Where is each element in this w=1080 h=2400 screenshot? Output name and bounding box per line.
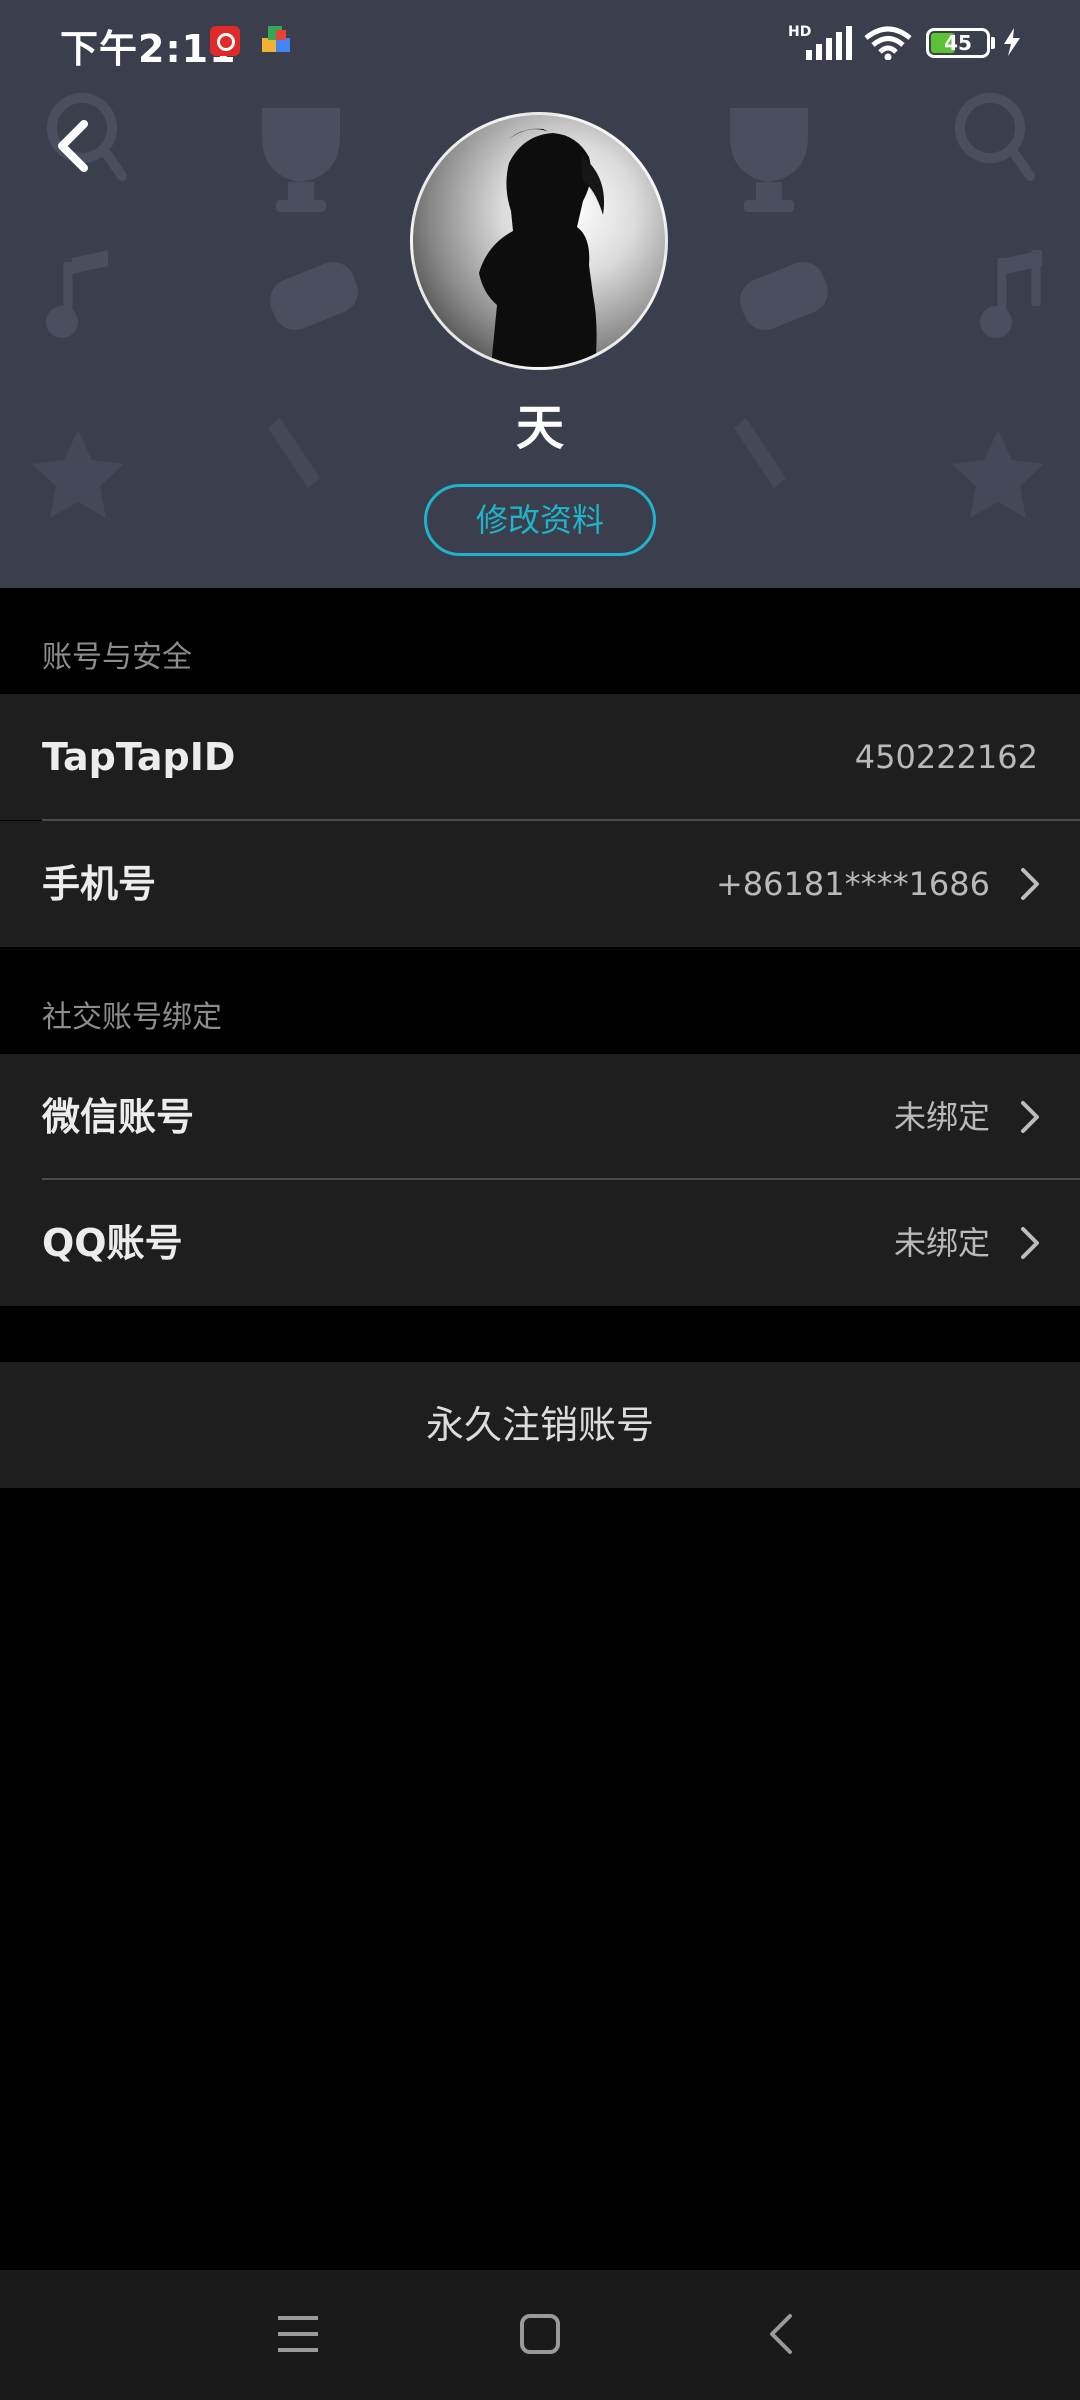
edit-profile-button[interactable]: 修改资料 bbox=[424, 484, 656, 556]
profile-header: 下午2:11 HD 45 天 修改资料 bbox=[0, 0, 1080, 588]
account-security-label: 账号与安全 bbox=[42, 640, 192, 675]
social-binding-label: 社交账号绑定 bbox=[42, 1000, 222, 1035]
back-arrow-icon bbox=[58, 120, 88, 172]
taptap-id-value: 450222162 bbox=[854, 738, 1038, 776]
back-icon[interactable] bbox=[762, 2312, 802, 2356]
chevron-right-icon bbox=[1021, 868, 1039, 900]
wifi-icon bbox=[864, 26, 912, 60]
wechat-status: 未绑定 bbox=[893, 1098, 990, 1136]
battery-percentage: 45 bbox=[944, 31, 972, 55]
phone-title: 手机号 bbox=[42, 862, 157, 906]
back-button[interactable] bbox=[44, 110, 104, 180]
qq-title: QQ账号 bbox=[42, 1221, 183, 1265]
menu-icon[interactable] bbox=[276, 2314, 320, 2354]
system-nav-bar bbox=[0, 2270, 1080, 2400]
avatar-silhouette-image bbox=[479, 128, 605, 367]
qq-row[interactable]: QQ账号 未绑定 bbox=[0, 1180, 1080, 1306]
taptap-id-title: TapTapID bbox=[42, 735, 236, 779]
signal-icon bbox=[806, 26, 852, 60]
home-icon[interactable] bbox=[518, 2312, 562, 2356]
taptap-id-row: TapTapID 450222162 bbox=[0, 694, 1080, 820]
chevron-right-icon bbox=[1021, 1227, 1039, 1259]
chevron-right-icon bbox=[1021, 1101, 1039, 1133]
phone-row[interactable]: 手机号 +86181****1686 bbox=[0, 821, 1080, 947]
battery-icon: 45 bbox=[926, 28, 990, 58]
qq-status: 未绑定 bbox=[893, 1224, 990, 1262]
puzzle-app-icon bbox=[262, 26, 290, 52]
wechat-row[interactable]: 微信账号 未绑定 bbox=[0, 1054, 1080, 1180]
charging-icon bbox=[1004, 28, 1020, 56]
wechat-title: 微信账号 bbox=[42, 1095, 195, 1139]
delete-account-button[interactable]: 永久注销账号 bbox=[0, 1362, 1080, 1488]
netease-music-icon bbox=[210, 26, 240, 56]
avatar[interactable] bbox=[410, 112, 668, 370]
phone-value: +86181****1686 bbox=[715, 865, 990, 903]
username: 天 bbox=[515, 400, 564, 456]
status-bar: 下午2:11 HD 45 bbox=[0, 0, 1080, 84]
battery-tip bbox=[991, 37, 995, 49]
